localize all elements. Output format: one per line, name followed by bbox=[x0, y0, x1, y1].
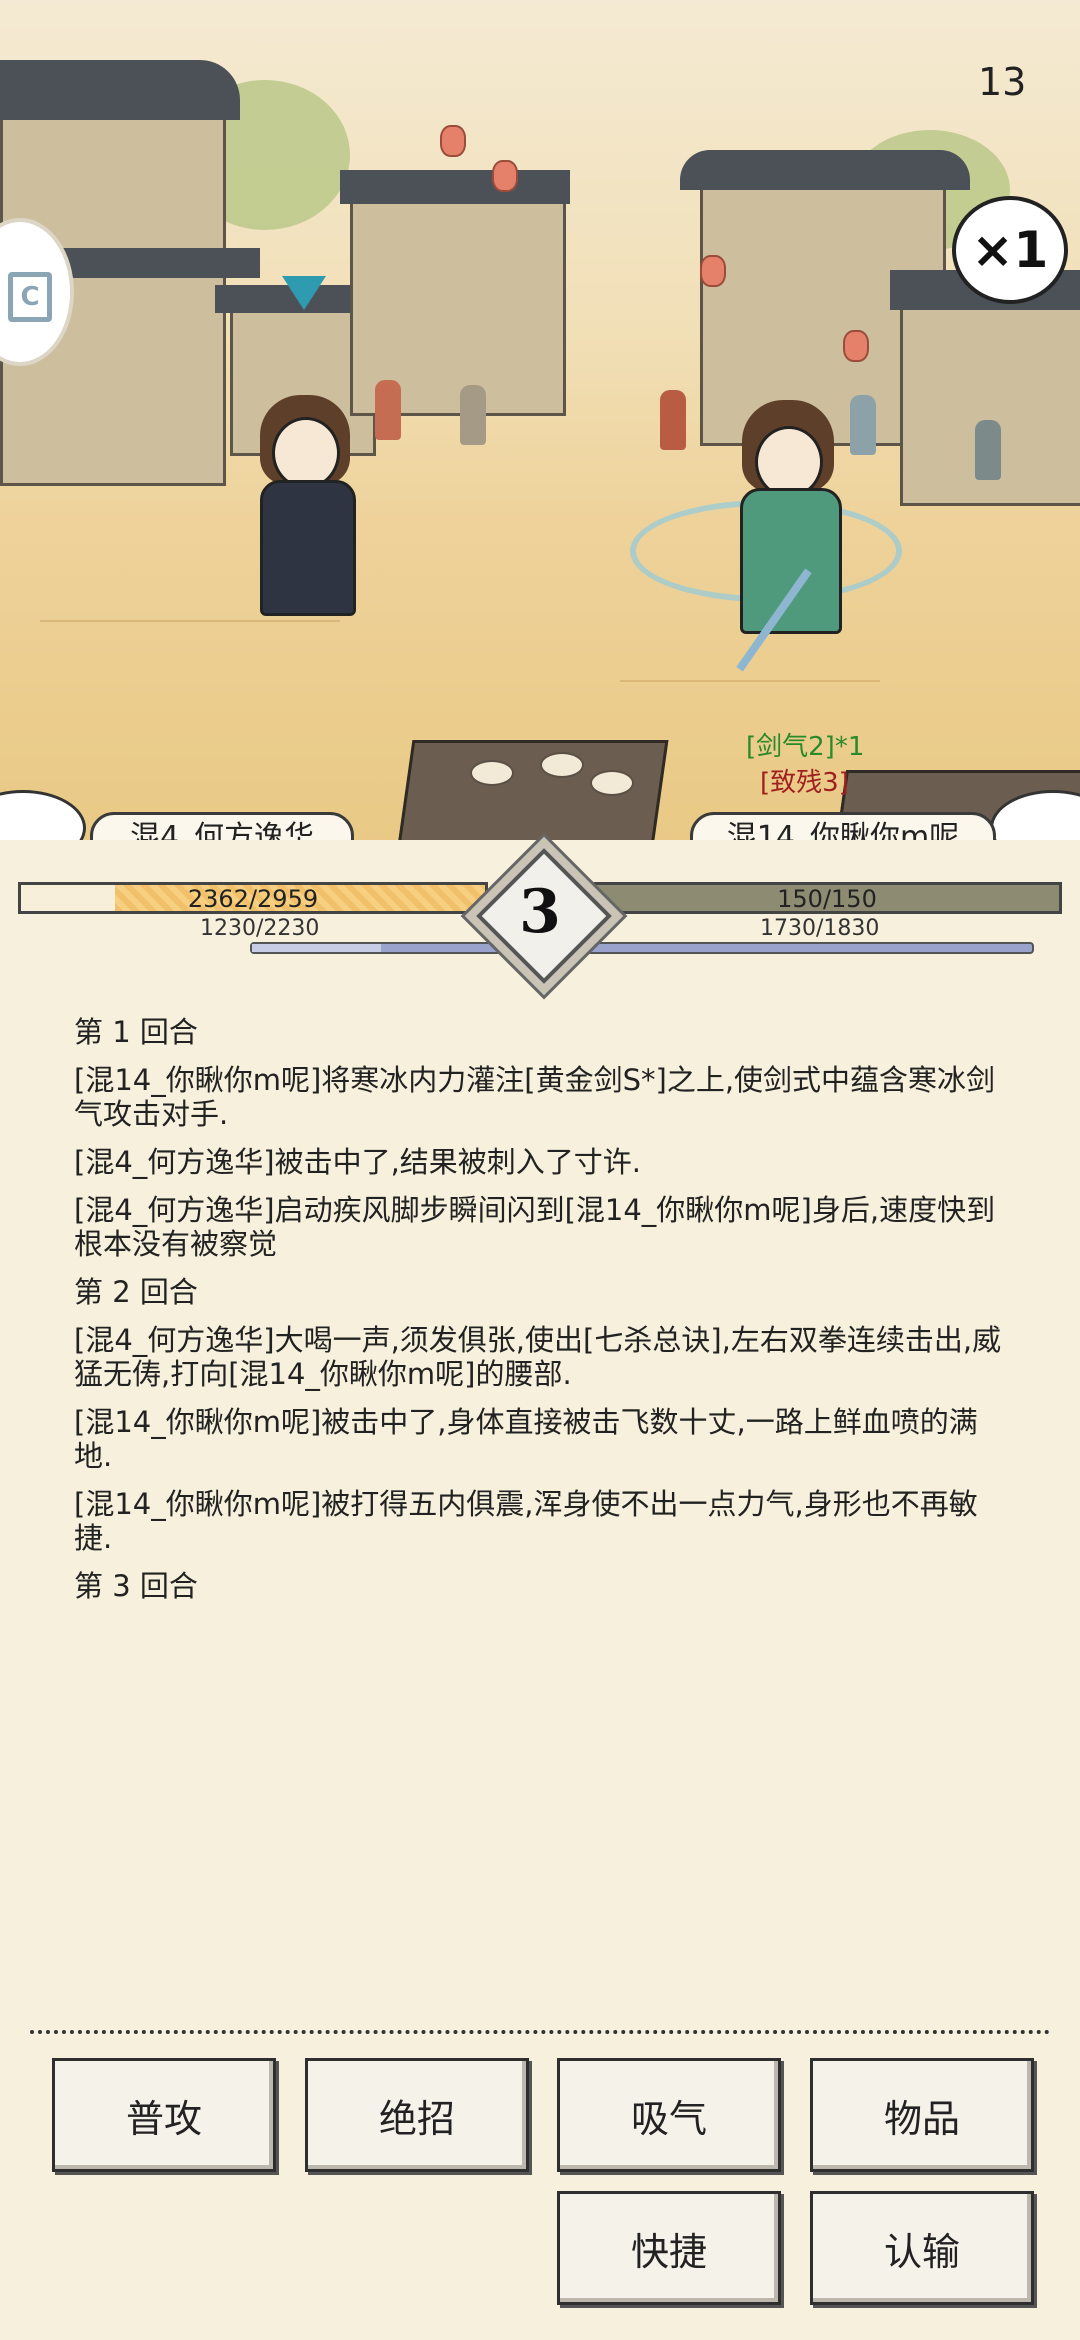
plate bbox=[590, 770, 634, 796]
fighter-left[interactable] bbox=[240, 395, 370, 635]
log-line: [混14_你瞅你m呢]被打得五内俱震,浑身使不出一点力气,身形也不再敏捷. bbox=[74, 1487, 978, 1555]
roof-right bbox=[680, 150, 970, 190]
townsperson bbox=[460, 385, 486, 445]
log-line: [混14_你瞅你m呢]将寒冰内力灌注[黄金剑S*]之上,使剑式中蕴含寒冰剑气攻击… bbox=[74, 1063, 996, 1131]
log-line: 第 1 回合 bbox=[74, 1015, 198, 1049]
fighter-left-mp-text: 1230/2230 bbox=[200, 916, 320, 941]
fighter-left-hp-text: 2362/2959 bbox=[187, 885, 319, 913]
log-line: [混14_你瞅你m呢]被击中了,身体直接被击飞数十丈,一路上鲜血喷的满地. bbox=[74, 1405, 978, 1473]
attack-button[interactable]: 普攻 bbox=[52, 2058, 276, 2172]
fighter-right-robe bbox=[740, 488, 842, 634]
cloud-ornament-left-icon bbox=[0, 790, 86, 840]
fighter-right-hp-bar: 150/150 bbox=[592, 882, 1062, 914]
fighter-left-face bbox=[272, 417, 340, 489]
round-badge: 3 bbox=[470, 842, 612, 984]
items-button[interactable]: 物品 bbox=[810, 2058, 1034, 2172]
fighter-left-name: 混4_何方逸华 bbox=[90, 812, 354, 840]
townsperson bbox=[660, 390, 686, 450]
plate bbox=[540, 752, 584, 778]
status-effect-sword-qi: [剑气2]*1 bbox=[746, 732, 865, 762]
ground-line bbox=[620, 680, 880, 682]
side-menu-icon: C bbox=[8, 272, 52, 322]
fighter-left-hp-bar: 2362/2959 bbox=[18, 882, 488, 914]
townsperson bbox=[375, 380, 401, 440]
plate bbox=[470, 760, 514, 786]
fighter-right-name: 混14_你瞅你m呢 bbox=[690, 812, 996, 840]
roof-left bbox=[0, 60, 240, 120]
lantern bbox=[843, 330, 869, 362]
lantern bbox=[700, 255, 726, 287]
fighter-right-hp-text: 150/150 bbox=[777, 885, 877, 913]
round-number: 3 bbox=[519, 877, 561, 947]
lantern bbox=[492, 160, 518, 192]
roof-center bbox=[340, 170, 570, 204]
roof-left-lower bbox=[40, 248, 260, 278]
townsperson bbox=[975, 420, 1001, 480]
lantern bbox=[440, 125, 466, 157]
shortcut-button[interactable]: 快捷 bbox=[557, 2191, 781, 2305]
fighter-right-mp-text: 1730/1830 bbox=[760, 916, 880, 941]
active-turn-marker-icon bbox=[282, 276, 326, 310]
log-line: 第 2 回合 bbox=[74, 1275, 198, 1309]
speed-toggle-button[interactable]: ×1 bbox=[952, 196, 1068, 304]
action-divider bbox=[30, 2030, 1050, 2034]
surrender-button[interactable]: 认输 bbox=[810, 2191, 1034, 2305]
battle-log: 第 1 回合 [混14_你瞅你m呢]将寒冰内力灌注[黄金剑S*]之上,使剑式中蕴… bbox=[74, 1015, 1014, 1617]
log-line: [混4_何方逸华]被击中了,结果被刺入了寸许. bbox=[74, 1145, 642, 1179]
mp-bar-fill bbox=[252, 944, 382, 952]
fighter-left-robe bbox=[260, 480, 356, 616]
turn-counter: 13 bbox=[978, 60, 1027, 104]
log-line: 第 3 回合 bbox=[74, 1569, 198, 1603]
ultimate-button[interactable]: 绝招 bbox=[305, 2058, 529, 2172]
absorb-qi-button[interactable]: 吸气 bbox=[557, 2058, 781, 2172]
battle-scene: [剑气2]*1 [致残3] 13 ×1 C 混4_何方逸华 混14_你瞅你m呢 bbox=[0, 0, 1080, 840]
mp-bar bbox=[250, 942, 1034, 954]
fighter-right[interactable] bbox=[720, 400, 860, 650]
log-line: [混4_何方逸华]大喝一声,须发俱张,使出[七杀总诀],左右双拳连续击出,威猛无… bbox=[74, 1323, 1002, 1391]
log-line: [混4_何方逸华]启动疾风脚步瞬间闪到[混14_你瞅你m呢]身后,速度快到根本没… bbox=[74, 1193, 996, 1261]
status-effect-crippled: [致残3] bbox=[760, 768, 849, 798]
